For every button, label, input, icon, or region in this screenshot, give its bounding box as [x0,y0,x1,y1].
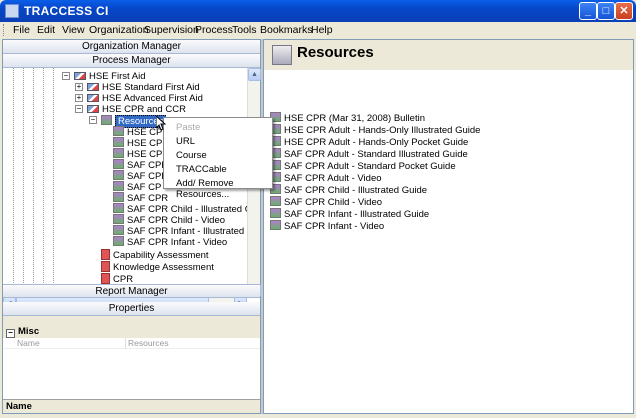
resources-pane: Resources HSE CPR (Mar 31, 2008) Bulleti… [263,39,634,414]
resources-folder-icon [101,115,112,125]
menu-bookmarks[interactable]: Bookmarks [260,24,313,36]
document-icon [113,192,124,202]
expand-toggle[interactable]: + [75,94,83,102]
document-icon [113,126,124,136]
assessment-icon [101,261,110,272]
tree-item-cpr[interactable]: CPR [101,273,133,285]
organization-manager-header[interactable]: Organization Manager [3,40,260,54]
resource-item[interactable]: SAF CPR Adult - Standard Illustrated Gui… [270,148,468,160]
document-icon [270,208,281,218]
collapse-toggle[interactable]: − [75,105,83,113]
category-toggle[interactable]: − [6,329,15,338]
menu-supervision[interactable]: Supervision [144,24,199,36]
minimize-button[interactable]: _ [579,2,597,20]
title-bar: TRACCESS CI _ □ ✕ [0,0,636,22]
context-menu-add-remove-resources[interactable]: Add/ Remove Resources... [176,178,272,200]
property-row-name[interactable]: Name Resources [3,338,260,349]
resources-header: Resources [264,40,633,70]
tree-child-item[interactable]: SAF CPR Infant - Video [113,236,227,248]
tree-item-knowledge-assessment[interactable]: Knowledge Assessment [101,261,214,273]
resource-item[interactable]: SAF CPR Adult - Standard Pocket Guide [270,160,456,172]
resource-item[interactable]: SAF CPR Infant - Illustrated Guide [270,208,429,220]
resources-title: Resources [297,44,374,61]
close-button[interactable]: ✕ [615,2,633,20]
scroll-up-button[interactable]: ▲ [248,68,261,81]
menu-tools[interactable]: Tools [232,24,257,36]
mouse-cursor-icon [156,116,166,131]
process-manager-header[interactable]: Process Manager [3,54,260,68]
context-menu-url[interactable]: URL [176,136,195,147]
collapse-toggle[interactable]: − [89,116,97,124]
tree-child-item[interactable]: SAF CPR Infant - Illustrated Guide [113,225,260,237]
menu-help[interactable]: Help [311,24,333,36]
tree-label: HSE Standard First Aid [102,82,200,93]
expand-toggle[interactable]: + [75,83,83,91]
tree-item-capability-assessment[interactable]: Capability Assessment [101,249,209,261]
context-menu: Paste URL Course TRACCable Add/ Remove R… [163,117,273,200]
resource-item[interactable]: HSE CPR Adult - Hands-Only Pocket Guide [270,136,468,148]
document-icon [113,236,124,246]
tree-label: HSE Advanced First Aid [102,93,203,104]
left-pane: Organization Manager Process Manager − H… [2,39,261,414]
document-icon [113,225,124,235]
document-icon [113,137,124,147]
assessment-icon [101,249,110,260]
document-icon [113,170,124,180]
property-value[interactable]: Resources [125,338,169,349]
menu-organization[interactable]: Organization [89,24,149,36]
properties-grid: − Misc Name Resources Name [3,326,260,413]
context-menu-paste[interactable]: Paste [176,122,200,133]
properties-header[interactable]: Properties [3,302,260,316]
document-icon [113,181,124,191]
tree-label: HSE First Aid [89,71,146,82]
report-manager-header[interactable]: Report Manager [3,284,260,298]
menu-process[interactable]: Process [195,24,233,36]
tree-child-item[interactable]: SAF CPR Child - Illustrated Guide [113,203,260,215]
menu-edit[interactable]: Edit [37,24,55,36]
window-title: TRACCESS CI [24,4,109,18]
resource-item[interactable]: HSE CPR (Mar 31, 2008) Bulletin [270,112,425,124]
property-key: Name [17,338,40,348]
menu-file[interactable]: File [13,24,30,36]
resource-item[interactable]: SAF CPR Child - Video [270,196,382,208]
menu-grip [3,24,6,36]
property-description: Name [3,399,260,413]
context-menu-traccable[interactable]: TRACCable [176,164,227,175]
tree-child-item[interactable]: SAF CPR Child - Video [113,214,225,226]
resource-item[interactable]: SAF CPR Infant - Video [270,220,384,232]
tree-label: HSE CPR and CCR [102,104,186,115]
flag-icon [74,72,86,80]
tree-child-item[interactable]: SAF CPR [113,170,168,182]
tree-child-item[interactable]: HSE CP [113,148,162,160]
document-icon [270,220,281,230]
flag-icon [87,105,99,113]
resource-item[interactable]: HSE CPR Adult - Hands-Only Illustrated G… [270,124,480,136]
collapse-toggle[interactable]: − [62,72,70,80]
tree-child-item[interactable]: SAF CP [113,181,161,193]
menu-view[interactable]: View [62,24,85,36]
tree-child-item[interactable]: SAF CPR [113,192,168,204]
flag-icon [87,94,99,102]
properties-category[interactable]: − Misc [3,326,260,338]
document-icon [113,148,124,158]
resource-item[interactable]: SAF CPR Child - Illustrated Guide [270,184,427,196]
category-label: Misc [18,326,40,337]
cpr-icon [101,273,110,284]
document-icon [113,203,124,213]
menu-bar: File Edit View Organization Supervision … [0,22,636,38]
document-icon [113,214,124,224]
resources-large-icon [272,45,292,65]
tree-child-item[interactable]: SAF CPR [113,159,168,171]
flag-icon [87,83,99,91]
maximize-button[interactable]: □ [597,2,615,20]
app-icon [5,4,19,18]
document-icon [113,159,124,169]
context-menu-course[interactable]: Course [176,150,207,161]
tree-child-item[interactable]: HSE CPR [113,137,169,149]
resource-item[interactable]: SAF CPR Adult - Video [270,172,382,184]
